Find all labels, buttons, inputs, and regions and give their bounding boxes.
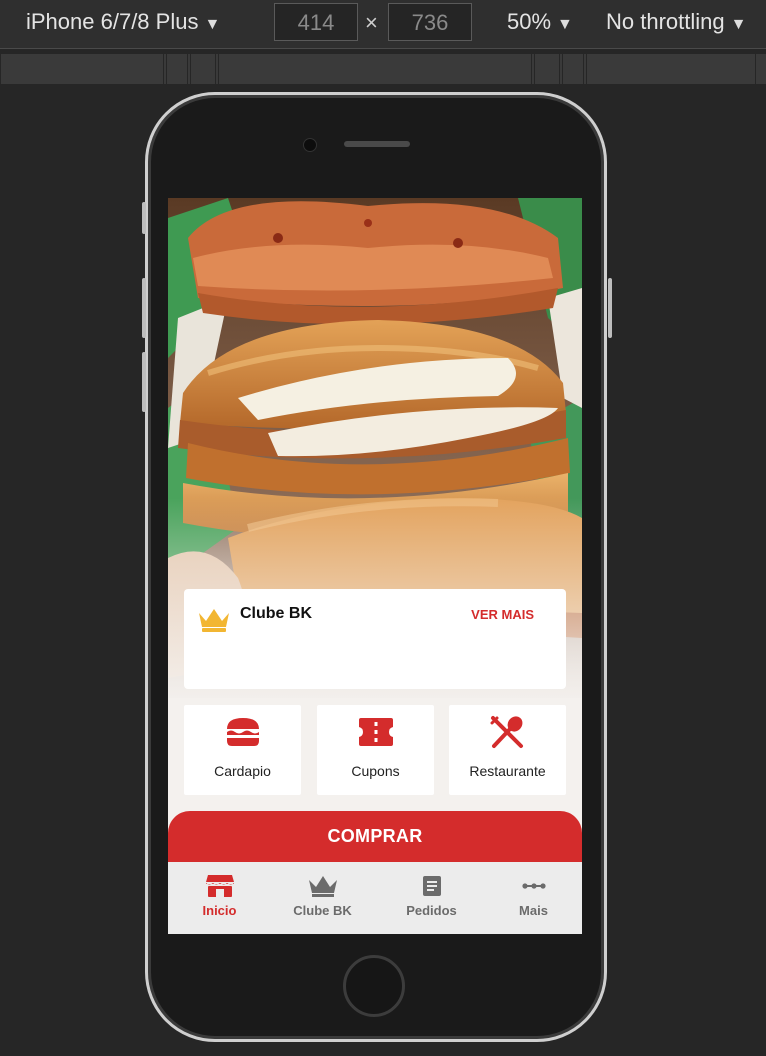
device-select[interactable]: iPhone 6/7/8 Plus ▼ — [26, 9, 220, 35]
device-name: iPhone 6/7/8 Plus — [26, 9, 199, 34]
more-dots-icon — [482, 873, 582, 899]
dimension-separator: × — [365, 10, 378, 35]
throttling-value: No throttling — [606, 9, 725, 34]
nav-label: Inicio — [202, 903, 237, 918]
volume-up-button — [142, 278, 146, 338]
receipt-icon — [380, 873, 483, 899]
nav-pedidos[interactable]: Pedidos — [380, 862, 483, 934]
store-icon — [168, 873, 271, 899]
tile-cardapio[interactable]: Cardapio — [184, 705, 301, 795]
chevron-down-icon: ▼ — [557, 16, 573, 33]
ruler-segment[interactable] — [166, 54, 188, 84]
ruler-segment[interactable] — [190, 54, 216, 84]
devtools-device-toolbar: iPhone 6/7/8 Plus ▼ 414 × 736 50% ▼ No thr… — [0, 0, 766, 49]
nav-clube-bk[interactable]: Clube BK — [271, 862, 374, 934]
nav-inicio[interactable]: Inicio — [168, 862, 271, 934]
mute-switch — [142, 202, 146, 234]
viewport-height-input[interactable]: 736 — [388, 3, 472, 41]
ruler-segment[interactable] — [218, 54, 532, 84]
bottom-navigation: Inicio Clube BK Pedidos Mais — [168, 862, 582, 934]
power-button — [608, 278, 612, 338]
crown-icon — [199, 609, 229, 632]
volume-down-button — [142, 352, 146, 412]
app-screen: Clube BK VER MAIS Cardapio Cupons Restau… — [168, 198, 582, 934]
clube-bk-card: Clube BK VER MAIS — [184, 589, 566, 689]
nav-label: Pedidos — [406, 903, 457, 918]
nav-label: Mais — [519, 903, 548, 918]
viewport-width-input[interactable]: 414 — [274, 3, 358, 41]
throttling-select[interactable]: No throttling ▼ — [606, 9, 746, 35]
tile-cupons[interactable]: Cupons — [317, 705, 434, 795]
zoom-select[interactable]: 50% ▼ — [507, 9, 573, 35]
nav-label: Clube BK — [293, 903, 352, 918]
front-camera — [303, 138, 317, 152]
home-button — [343, 955, 405, 1017]
ruler-segment[interactable] — [0, 54, 164, 84]
media-query-ruler — [0, 54, 766, 84]
clube-bk-title: Clube BK — [240, 605, 312, 622]
comprar-button[interactable]: COMPRAR — [168, 811, 582, 867]
ruler-segment[interactable] — [534, 54, 560, 84]
ticket-icon — [317, 715, 434, 749]
ruler-segment[interactable] — [562, 54, 584, 84]
tile-label: Restaurante — [469, 763, 546, 779]
earpiece-speaker — [344, 141, 410, 147]
chevron-down-icon: ▼ — [730, 16, 747, 33]
burger-icon — [184, 715, 301, 749]
crown-icon — [271, 873, 374, 899]
tile-label: Cupons — [351, 763, 400, 779]
tile-restaurante[interactable]: Restaurante — [449, 705, 566, 795]
ver-mais-link[interactable]: VER MAIS — [471, 607, 534, 622]
chevron-down-icon: ▼ — [204, 16, 221, 33]
ruler-segment[interactable] — [586, 54, 756, 84]
shortcut-tiles: Cardapio Cupons Restaurante — [184, 705, 566, 795]
zoom-value: 50% — [507, 9, 552, 34]
utensils-icon — [449, 715, 566, 749]
tile-label: Cardapio — [214, 763, 271, 779]
nav-mais[interactable]: Mais — [482, 862, 582, 934]
